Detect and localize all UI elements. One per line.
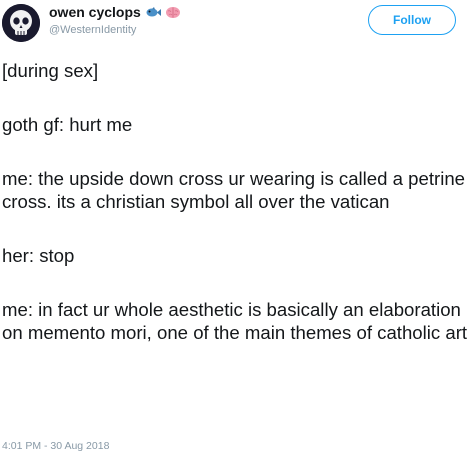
avatar[interactable] bbox=[2, 4, 40, 42]
tweet-paragraph: me: the upside down cross ur wearing is … bbox=[2, 168, 466, 212]
follow-button[interactable]: Follow bbox=[368, 5, 456, 35]
name-row: owen cyclops bbox=[49, 4, 181, 20]
user-handle[interactable]: @WesternIdentity bbox=[49, 24, 136, 36]
tweet-text: [during sex] goth gf: hurt me me: the up… bbox=[2, 59, 468, 344]
tweet-header: owen cyclops @WesternIdentity Follow bbox=[0, 0, 470, 50]
fish-emoji-icon bbox=[145, 6, 161, 19]
skull-avatar-icon bbox=[2, 4, 40, 42]
tweet-paragraph: goth gf: hurt me bbox=[2, 114, 133, 135]
tweet-timestamp[interactable]: 4:01 PM - 30 Aug 2018 bbox=[2, 440, 109, 452]
display-name[interactable]: owen cyclops bbox=[49, 4, 141, 20]
tweet-paragraph: [during sex] bbox=[2, 60, 99, 81]
tweet-paragraph: me: in fact ur whole aesthetic is basica… bbox=[2, 299, 468, 343]
brain-emoji-icon bbox=[165, 6, 181, 19]
tweet-paragraph: her: stop bbox=[2, 245, 75, 266]
